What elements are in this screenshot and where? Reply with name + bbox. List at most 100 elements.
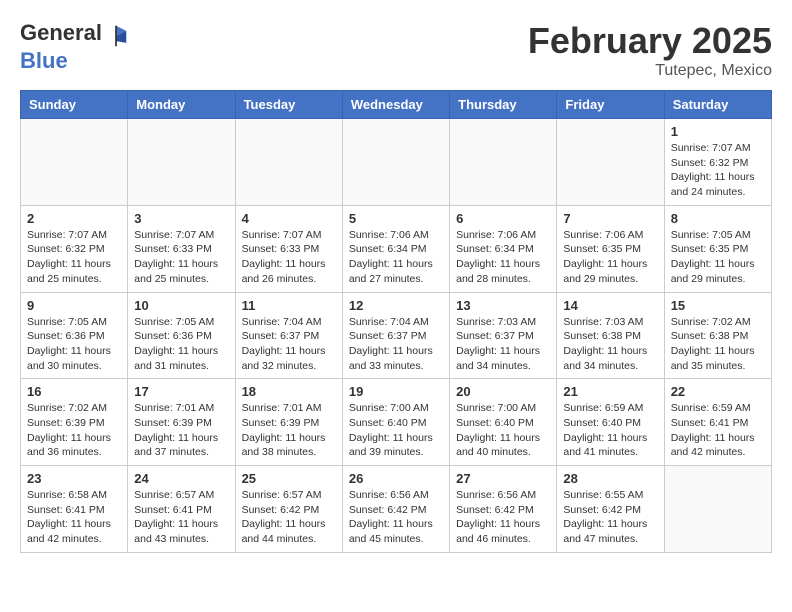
calendar-cell [664,466,771,553]
day-info: Sunrise: 7:06 AM Sunset: 6:34 PM Dayligh… [349,228,443,287]
day-number: 11 [242,298,336,313]
day-number: 5 [349,211,443,226]
weekday-header-sunday: Sunday [21,91,128,119]
calendar-cell: 18 Sunrise: 7:01 AM Sunset: 6:39 PM Dayli… [235,379,342,466]
calendar-cell [557,119,664,206]
weekday-header-thursday: Thursday [450,91,557,119]
day-info: Sunrise: 7:04 AM Sunset: 6:37 PM Dayligh… [349,315,443,374]
day-number: 22 [671,384,765,399]
calendar-cell: 2 Sunrise: 7:07 AM Sunset: 6:32 PM Daylig… [21,205,128,292]
day-number: 2 [27,211,121,226]
calendar-cell: 26 Sunrise: 6:56 AM Sunset: 6:42 PM Dayli… [342,466,449,553]
day-info: Sunrise: 6:58 AM Sunset: 6:41 PM Dayligh… [27,488,121,547]
calendar-cell: 7 Sunrise: 7:06 AM Sunset: 6:35 PM Daylig… [557,205,664,292]
day-info: Sunrise: 7:07 AM Sunset: 6:33 PM Dayligh… [242,228,336,287]
day-number: 16 [27,384,121,399]
calendar-cell [450,119,557,206]
day-info: Sunrise: 7:05 AM Sunset: 6:36 PM Dayligh… [27,315,121,374]
day-info: Sunrise: 7:03 AM Sunset: 6:37 PM Dayligh… [456,315,550,374]
calendar-cell: 6Sunrise: 7:06 AM Sunset: 6:34 PM Daylig… [450,205,557,292]
day-info: Sunrise: 7:06 AM Sunset: 6:35 PM Dayligh… [563,228,657,287]
day-number: 23 [27,471,121,486]
day-number: 28 [563,471,657,486]
calendar-cell: 4 Sunrise: 7:07 AM Sunset: 6:33 PM Daylig… [235,205,342,292]
calendar-cell: 16 Sunrise: 7:02 AM Sunset: 6:39 PM Dayli… [21,379,128,466]
calendar-cell: 23 Sunrise: 6:58 AM Sunset: 6:41 PM Dayli… [21,466,128,553]
weekday-header-saturday: Saturday [664,91,771,119]
day-info: Sunrise: 7:04 AM Sunset: 6:37 PM Dayligh… [242,315,336,374]
calendar-week-row: 23 Sunrise: 6:58 AM Sunset: 6:41 PM Dayli… [21,466,772,553]
day-info: Sunrise: 6:55 AM Sunset: 6:42 PM Dayligh… [563,488,657,547]
day-number: 15 [671,298,765,313]
day-info: Sunrise: 6:59 AM Sunset: 6:40 PM Dayligh… [563,401,657,460]
calendar-week-row: 16 Sunrise: 7:02 AM Sunset: 6:39 PM Dayli… [21,379,772,466]
weekday-header-wednesday: Wednesday [342,91,449,119]
calendar-cell: 10 Sunrise: 7:05 AM Sunset: 6:36 PM Dayli… [128,292,235,379]
page-header: General Blue February 2025 Tutepec, Mexi… [20,20,772,80]
calendar-cell: 25 Sunrise: 6:57 AM Sunset: 6:42 PM Dayli… [235,466,342,553]
day-info: Sunrise: 7:00 AM Sunset: 6:40 PM Dayligh… [349,401,443,460]
logo: General Blue [20,20,130,74]
location-subtitle: Tutepec, Mexico [528,62,772,80]
day-number: 19 [349,384,443,399]
calendar-cell: 28 Sunrise: 6:55 AM Sunset: 6:42 PM Dayli… [557,466,664,553]
calendar-cell: 1Sunrise: 7:07 AM Sunset: 6:32 PM Daylig… [664,119,771,206]
calendar-cell: 5 Sunrise: 7:06 AM Sunset: 6:34 PM Daylig… [342,205,449,292]
calendar-cell: 14Sunrise: 7:03 AM Sunset: 6:38 PM Dayli… [557,292,664,379]
day-number: 18 [242,384,336,399]
day-info: Sunrise: 6:56 AM Sunset: 6:42 PM Dayligh… [349,488,443,547]
calendar-cell: 19 Sunrise: 7:00 AM Sunset: 6:40 PM Dayli… [342,379,449,466]
day-info: Sunrise: 7:07 AM Sunset: 6:32 PM Dayligh… [27,228,121,287]
day-info: Sunrise: 6:56 AM Sunset: 6:42 PM Dayligh… [456,488,550,547]
day-number: 13 [456,298,550,313]
day-info: Sunrise: 7:02 AM Sunset: 6:39 PM Dayligh… [27,401,121,460]
day-number: 9 [27,298,121,313]
calendar-cell: 3 Sunrise: 7:07 AM Sunset: 6:33 PM Daylig… [128,205,235,292]
day-info: Sunrise: 7:07 AM Sunset: 6:33 PM Dayligh… [134,228,228,287]
day-info: Sunrise: 7:03 AM Sunset: 6:38 PM Dayligh… [563,315,657,374]
calendar-cell: 11 Sunrise: 7:04 AM Sunset: 6:37 PM Dayli… [235,292,342,379]
day-number: 25 [242,471,336,486]
logo-general: General [20,20,102,45]
day-number: 4 [242,211,336,226]
day-number: 20 [456,384,550,399]
calendar-cell [128,119,235,206]
day-info: Sunrise: 7:01 AM Sunset: 6:39 PM Dayligh… [242,401,336,460]
calendar-cell: 15 Sunrise: 7:02 AM Sunset: 6:38 PM Dayli… [664,292,771,379]
calendar-cell: 17Sunrise: 7:01 AM Sunset: 6:39 PM Dayli… [128,379,235,466]
day-number: 1 [671,124,765,139]
month-year-title: February 2025 [528,20,772,62]
calendar-cell: 21 Sunrise: 6:59 AM Sunset: 6:40 PM Dayli… [557,379,664,466]
day-info: Sunrise: 7:00 AM Sunset: 6:40 PM Dayligh… [456,401,550,460]
weekday-header-row: SundayMondayTuesdayWednesdayThursdayFrid… [21,91,772,119]
weekday-header-friday: Friday [557,91,664,119]
calendar-week-row: 2 Sunrise: 7:07 AM Sunset: 6:32 PM Daylig… [21,205,772,292]
calendar-cell: 9 Sunrise: 7:05 AM Sunset: 6:36 PM Daylig… [21,292,128,379]
day-info: Sunrise: 7:02 AM Sunset: 6:38 PM Dayligh… [671,315,765,374]
day-number: 24 [134,471,228,486]
calendar-cell: 27 Sunrise: 6:56 AM Sunset: 6:42 PM Dayli… [450,466,557,553]
day-info: Sunrise: 7:05 AM Sunset: 6:36 PM Dayligh… [134,315,228,374]
day-number: 7 [563,211,657,226]
calendar-cell: 13 Sunrise: 7:03 AM Sunset: 6:37 PM Dayli… [450,292,557,379]
day-info: Sunrise: 7:05 AM Sunset: 6:35 PM Dayligh… [671,228,765,287]
day-info: Sunrise: 6:57 AM Sunset: 6:42 PM Dayligh… [242,488,336,547]
calendar-table: SundayMondayTuesdayWednesdayThursdayFrid… [20,90,772,553]
day-number: 3 [134,211,228,226]
day-number: 26 [349,471,443,486]
calendar-week-row: 9 Sunrise: 7:05 AM Sunset: 6:36 PM Daylig… [21,292,772,379]
calendar-cell [235,119,342,206]
logo-flag-icon [104,24,128,48]
day-number: 6 [456,211,550,226]
calendar-cell: 22Sunrise: 6:59 AM Sunset: 6:41 PM Dayli… [664,379,771,466]
day-info: Sunrise: 6:57 AM Sunset: 6:41 PM Dayligh… [134,488,228,547]
day-number: 12 [349,298,443,313]
day-number: 21 [563,384,657,399]
day-number: 27 [456,471,550,486]
calendar-cell [21,119,128,206]
calendar-cell: 8Sunrise: 7:05 AM Sunset: 6:35 PM Daylig… [664,205,771,292]
weekday-header-tuesday: Tuesday [235,91,342,119]
day-number: 10 [134,298,228,313]
logo-blue: Blue [20,48,68,73]
weekday-header-monday: Monday [128,91,235,119]
